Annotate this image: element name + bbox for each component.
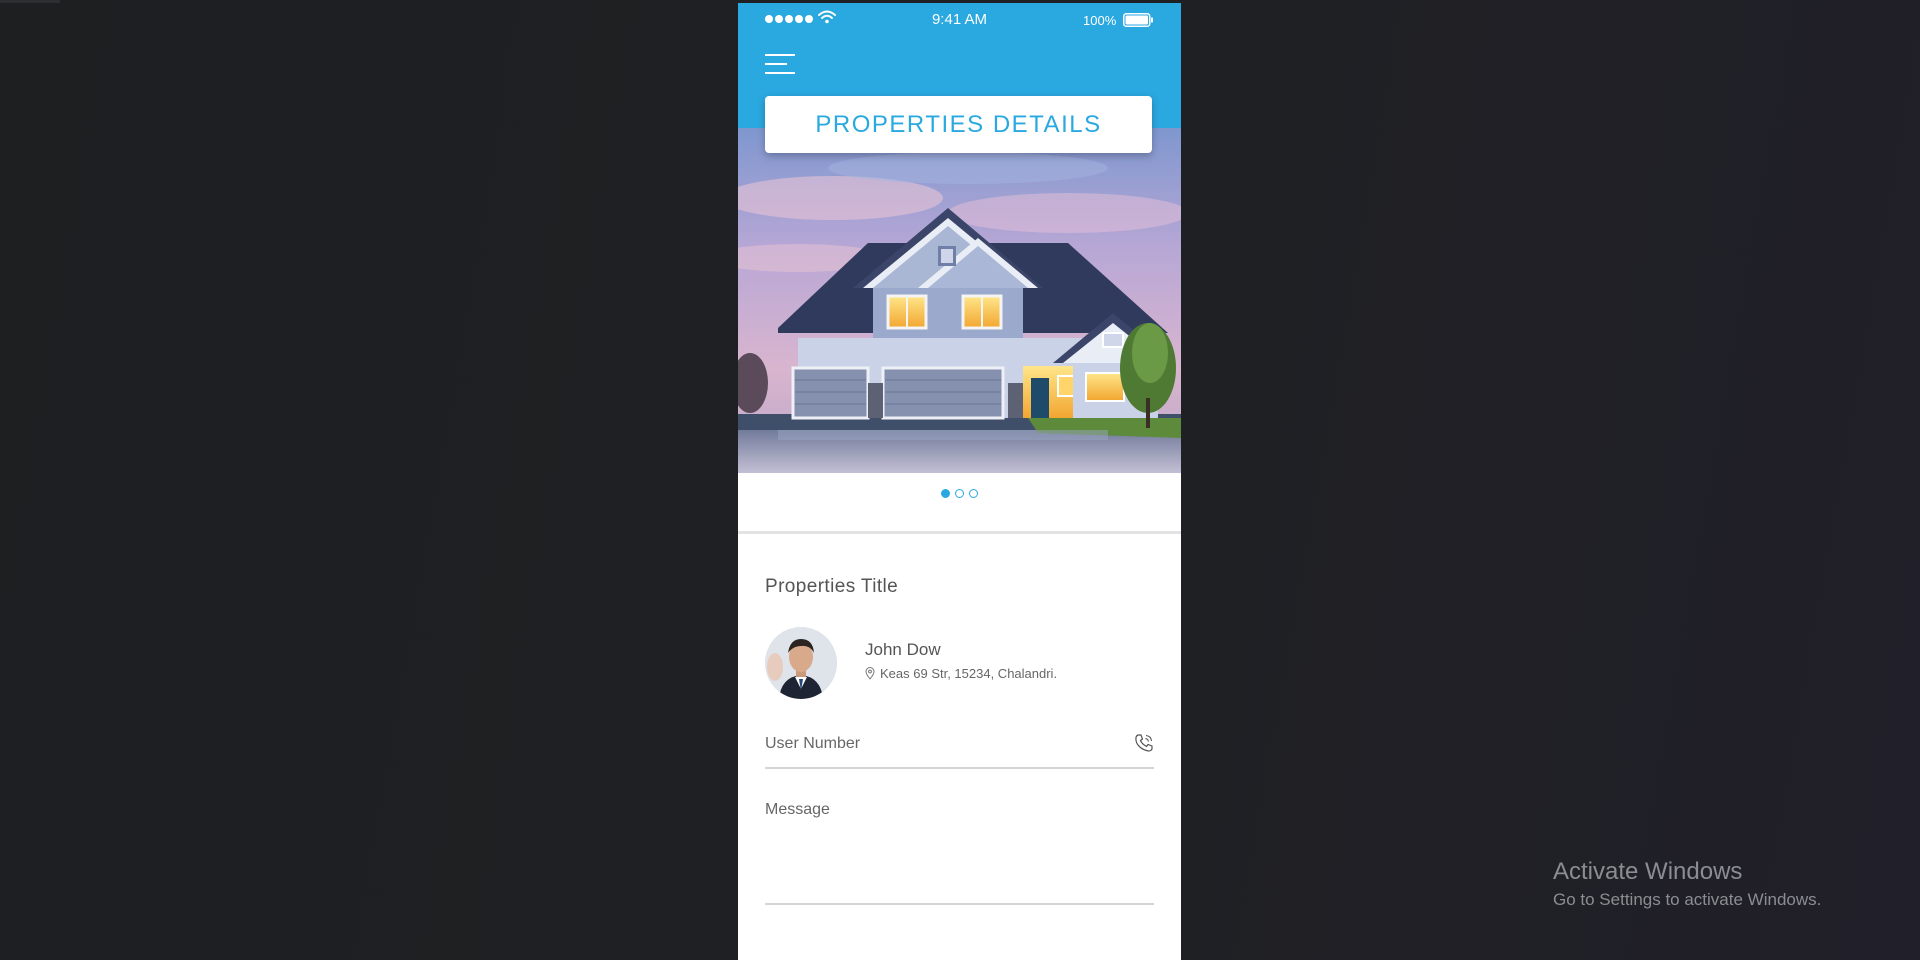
- agent-name: John Dow: [865, 640, 941, 659]
- property-title: Properties Title: [765, 576, 899, 597]
- user-number-label: User Number: [765, 735, 861, 752]
- watermark-subtitle: Go to Settings to activate Windows.: [1553, 890, 1822, 909]
- battery-icon: [1123, 13, 1153, 27]
- carousel-dot[interactable]: [941, 489, 950, 498]
- hamburger-menu-icon[interactable]: [765, 54, 795, 76]
- page-title: PROPERTIES DETAILS: [765, 96, 1152, 153]
- address-text: Keas 69 Str, 15234, Chalandri.: [880, 666, 1058, 681]
- status-bar: 9:41 AM 100%: [738, 3, 1181, 35]
- phone-app-frame: 9:41 AM 100% PROPERTIES DETAILS Properti…: [738, 3, 1181, 960]
- message-label: Message: [765, 801, 830, 818]
- property-photo[interactable]: [738, 128, 1181, 473]
- watermark-title: Activate Windows: [1553, 858, 1743, 885]
- carousel-dot[interactable]: [969, 489, 978, 498]
- message-field[interactable]: Message: [765, 787, 1154, 905]
- agent-address: Keas 69 Str, 15234, Chalandri.: [865, 666, 1057, 681]
- location-pin-icon: [865, 667, 875, 680]
- battery-percent: 100%: [1083, 13, 1117, 28]
- carousel-indicators: [738, 489, 1181, 498]
- windows-activation-watermark: Activate Windows Go to Settings to activ…: [1553, 858, 1821, 910]
- phone-call-icon[interactable]: [1134, 733, 1154, 753]
- window-corner-tab: [0, 0, 60, 3]
- user-number-field[interactable]: User Number: [765, 721, 1154, 769]
- avatar[interactable]: [765, 627, 837, 699]
- section-divider: [738, 531, 1181, 534]
- carousel-dot[interactable]: [955, 489, 964, 498]
